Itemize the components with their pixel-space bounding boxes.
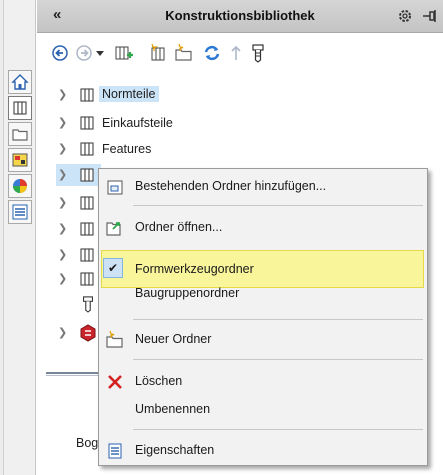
new-folder-icon [175, 43, 192, 61]
forward-arrow-icon [76, 45, 92, 61]
library-books-icon [80, 222, 94, 236]
title-bar: « Konstruktionsbibliothek [37, 0, 443, 33]
tree-item-features[interactable]: ❯ Features [56, 138, 296, 160]
menu-item-label: Formwerkzeugordner [135, 262, 254, 276]
add-part-button[interactable] [247, 42, 269, 64]
library-books-icon [80, 116, 94, 130]
design-library-tab[interactable] [8, 96, 32, 120]
menu-item-form-tool-folder[interactable]: ✔ Formwerkzeugordner [99, 254, 427, 282]
menu-separator [133, 319, 423, 320]
back-button[interactable] [49, 42, 71, 64]
library-books-icon [80, 196, 94, 210]
add-library-icon [115, 46, 133, 60]
menu-item-delete[interactable]: Löschen [99, 367, 427, 395]
menu-item-label: Baugruppenordner [135, 286, 240, 300]
menu-item-properties[interactable]: Eigenschaften [99, 436, 427, 464]
refresh-icon [204, 45, 220, 61]
folder-icon [12, 129, 28, 141]
menu-separator [133, 359, 423, 360]
properties-icon [105, 441, 125, 461]
part-icon [252, 44, 264, 63]
expand-arrow-icon[interactable]: ❯ [58, 168, 67, 181]
custom-properties-tab[interactable] [8, 200, 32, 224]
menu-item-add-existing-folder[interactable]: Bestehenden Ordner hinzufügen... [99, 172, 427, 200]
appearances-tab[interactable] [8, 174, 32, 198]
color-ball-icon [13, 179, 27, 193]
pane-splitter[interactable] [46, 372, 106, 376]
add-to-library-button[interactable] [113, 42, 135, 64]
library-books-icon [80, 168, 94, 182]
partial-label: Bog [76, 436, 99, 450]
tree-item-normteile[interactable]: ❯ Normteile [56, 84, 296, 106]
solidworks-content-icon [80, 324, 96, 342]
context-menu: Bestehenden Ordner hinzufügen... Ordner … [98, 168, 428, 466]
properties-list-icon [12, 204, 28, 220]
menu-item-assembly-folder[interactable]: Baugruppenordner [99, 279, 427, 307]
tree-item-label: Features [102, 142, 152, 156]
palette-icon [12, 153, 28, 167]
expand-arrow-icon[interactable]: ❯ [58, 116, 67, 129]
file-explorer-tab[interactable] [8, 122, 32, 146]
library-books-icon [80, 142, 94, 156]
menu-separator [133, 429, 423, 430]
part-icon [83, 296, 93, 313]
menu-item-new-folder[interactable]: Neuer Ordner [99, 325, 427, 353]
pin-icon[interactable] [421, 7, 439, 28]
view-palette-tab[interactable] [8, 148, 32, 172]
tree-item-einkaufsteile[interactable]: ❯ Einkaufsteile [56, 112, 296, 134]
forward-button[interactable] [73, 42, 95, 64]
library-books-icon [80, 272, 94, 286]
add-file-location-button[interactable] [147, 42, 169, 64]
up-arrow-icon [231, 45, 241, 60]
open-folder-icon [105, 218, 125, 238]
library-toolbar [37, 33, 443, 73]
up-level-button[interactable] [225, 42, 247, 64]
options-gear-icon[interactable] [396, 7, 414, 28]
new-library-icon [151, 43, 165, 61]
library-books-icon [80, 248, 94, 262]
new-folder-icon [105, 330, 125, 350]
dropdown-arrow-icon [96, 51, 104, 56]
expand-arrow-icon[interactable]: ❯ [58, 272, 67, 285]
tree-item-label: Normteile [99, 86, 159, 102]
menu-item-label: Löschen [135, 374, 183, 388]
add-existing-folder-icon [105, 177, 125, 197]
menu-item-label: Neuer Ordner [135, 332, 212, 346]
home-icon [11, 74, 29, 90]
new-folder-button[interactable] [173, 42, 195, 64]
tree-item-label: Einkaufsteile [102, 116, 173, 130]
expand-arrow-icon[interactable]: ❯ [58, 196, 67, 209]
menu-item-rename[interactable]: Umbenennen [99, 395, 427, 423]
menu-item-label: Ordner öffnen... [135, 220, 223, 234]
refresh-button[interactable] [201, 42, 223, 64]
check-icon: ✔ [103, 258, 123, 278]
history-dropdown[interactable] [93, 42, 107, 64]
delete-icon [105, 372, 125, 392]
menu-item-open-folder[interactable]: Ordner öffnen... [99, 213, 427, 241]
library-books-icon [80, 88, 94, 102]
back-arrow-icon [52, 45, 68, 61]
expand-arrow-icon[interactable]: ❯ [58, 142, 67, 155]
menu-item-label: Bestehenden Ordner hinzufügen... [135, 179, 327, 193]
task-pane-tabs [4, 0, 36, 475]
expand-arrow-icon[interactable]: ❯ [58, 222, 67, 235]
expand-arrow-icon[interactable]: ❯ [58, 88, 67, 101]
menu-item-label: Umbenennen [135, 402, 211, 416]
pane-title: Konstruktionsbibliothek [165, 8, 315, 23]
expand-arrow-icon[interactable]: ❯ [58, 326, 67, 339]
expand-arrow-icon[interactable]: ❯ [58, 248, 67, 261]
menu-separator [133, 205, 423, 206]
home-tab[interactable] [8, 70, 32, 94]
menu-item-label: Eigenschaften [135, 443, 215, 457]
library-books-icon [13, 101, 27, 115]
